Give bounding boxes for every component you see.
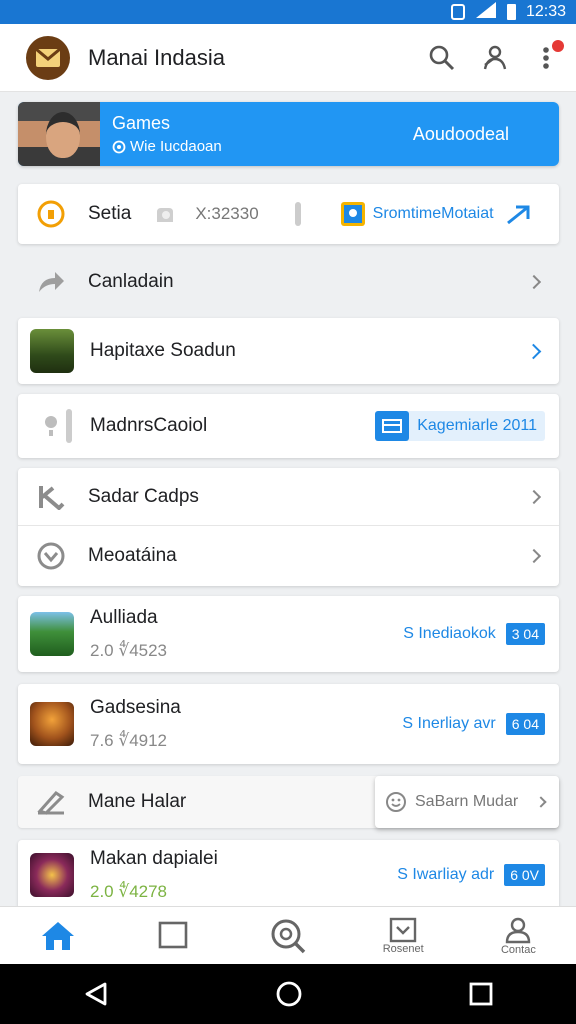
app-thumbnail	[30, 853, 74, 897]
bottom-navigation: Rosenet Contac	[0, 906, 576, 964]
madnrs-card[interactable]: MadnrsCaoiol Kagemiarle 2011	[18, 394, 559, 458]
app-list-item[interactable]: Gadsesina 7.6 ∜4912 S Inerliay avr 6 04	[18, 684, 559, 764]
heart-shield-icon	[36, 541, 66, 571]
settings-link[interactable]: SromtimeMotaiat	[373, 205, 494, 223]
app-meta: 7.6 ∜4912	[90, 731, 168, 750]
app-title: Aulliada	[90, 607, 158, 628]
recent-icon	[390, 917, 417, 942]
arrow-corner-icon[interactable]	[506, 203, 530, 225]
chevron-right-icon	[526, 489, 542, 504]
app-title: Manai Indasia	[88, 44, 225, 70]
nav-recent-label: Rosenet	[382, 942, 424, 955]
banner-avatar	[18, 102, 100, 166]
app-list-item[interactable]: Aulliada 2.0 ∜4523 S Inediaokok 3 04	[18, 596, 559, 672]
hapitaxe-label: Hapitaxe Soadun	[90, 340, 236, 361]
system-navigation	[0, 964, 576, 1024]
app-link[interactable]: S Inediaokok	[403, 625, 496, 643]
settings-card[interactable]: Setia X:32330 SromtimeMotaiat	[18, 184, 559, 244]
verified-icon	[112, 140, 126, 153]
game-thumbnail	[30, 329, 74, 373]
share-icon	[483, 45, 507, 69]
madnrs-badge[interactable]: Kagemiarle 2011	[375, 411, 545, 441]
app-link[interactable]: S Inerliay avr	[402, 715, 495, 733]
madnrs-label: MadnrsCaoiol	[90, 415, 208, 436]
meoatana-label: Meoatáina	[88, 545, 177, 566]
app-thumbnail	[30, 612, 74, 656]
app-title: Gadsesina	[90, 697, 181, 718]
chevron-right-icon	[525, 343, 542, 359]
lock-icon	[36, 199, 66, 229]
app-badge: 3 04	[505, 623, 545, 645]
tools-icon	[36, 482, 66, 512]
nav-home[interactable]	[0, 907, 115, 964]
divider-handle	[294, 202, 301, 226]
pin-icon	[36, 411, 66, 441]
app-logo	[26, 35, 70, 80]
notification-badge	[552, 39, 564, 52]
edit-icon	[36, 787, 66, 817]
sadar-label: Sadar Cadps	[88, 485, 199, 507]
canladain-label: Canladain	[88, 271, 174, 292]
sadar-row[interactable]: Sadar Cadps	[18, 468, 559, 526]
app-badge: 6 0V	[504, 864, 545, 886]
banner-subtitle: Wie Iucdaoan	[130, 138, 222, 155]
nav-contact-label: Contac	[500, 943, 536, 956]
person-icon	[506, 917, 531, 943]
notification-icon	[450, 4, 465, 20]
home-icon	[41, 921, 74, 950]
mane-popup[interactable]: SaBarn Mudar	[375, 776, 559, 828]
app-bar: Manai Indasia	[0, 24, 576, 92]
recents-icon[interactable]	[469, 982, 493, 1006]
status-time: 12:33	[525, 3, 566, 20]
more-vert-icon	[543, 46, 549, 69]
battery-icon	[506, 4, 516, 20]
status-bar: 12:33	[0, 0, 576, 24]
search-icon	[429, 45, 455, 70]
calendar-icon	[375, 411, 410, 441]
app-title: Makan dapialei	[90, 848, 218, 869]
search-icon	[271, 919, 306, 953]
hand-icon	[157, 208, 174, 222]
app-meta: 2.0 ∜4523	[90, 641, 168, 660]
chevron-right-icon	[526, 274, 542, 290]
app-badge: 6 04	[505, 713, 545, 735]
banner-title: Games	[112, 113, 171, 133]
smiley-icon	[386, 792, 406, 812]
home-circle-icon[interactable]	[275, 980, 303, 1008]
wifi-icon	[475, 1, 497, 24]
canladain-row[interactable]: Canladain	[18, 254, 559, 310]
app-list-item[interactable]: Makan dapialei 2.0 ∜4278 S Iwarliay adr …	[18, 840, 559, 910]
nav-library[interactable]	[115, 907, 230, 964]
nav-recent[interactable]: Rosenet	[346, 907, 461, 964]
mane-popup-text: SaBarn Mudar	[415, 793, 519, 810]
nav-search[interactable]	[230, 907, 345, 964]
madnrs-badge-text: Kagemiarle 2011	[417, 417, 537, 434]
mane-halar-row[interactable]: Mane Halar SaBarn Mudar	[18, 776, 559, 828]
chevron-right-icon	[526, 548, 542, 564]
app-thumbnail	[30, 702, 74, 746]
settings-label: Setia	[88, 203, 132, 224]
hapitaxe-card[interactable]: Hapitaxe Soadun	[18, 318, 559, 384]
divider-handle	[66, 409, 72, 443]
mail-icon	[36, 48, 60, 67]
meoatana-row[interactable]: Meoatáina	[18, 526, 559, 586]
more-menu-button[interactable]	[532, 39, 564, 72]
app-meta: 2.0 ∜4278	[90, 882, 168, 901]
settings-value: X:32330	[195, 204, 259, 223]
games-banner[interactable]: Games Wie Iucdaoan Aoudoodeal	[18, 102, 559, 166]
nav-contact[interactable]: Contac	[461, 907, 576, 964]
search-button[interactable]	[428, 44, 456, 72]
photo-icon	[340, 202, 365, 226]
grouped-card: Sadar Cadps Meoatáina	[18, 468, 559, 586]
banner-action-button[interactable]: Aoudoodeal	[413, 124, 509, 145]
share-arrow-icon	[36, 267, 66, 297]
app-link[interactable]: S Iwarliay adr	[397, 866, 494, 884]
chevron-right-icon	[535, 796, 547, 808]
share-button[interactable]	[480, 44, 508, 72]
square-icon	[158, 921, 188, 948]
back-icon[interactable]	[83, 981, 109, 1007]
